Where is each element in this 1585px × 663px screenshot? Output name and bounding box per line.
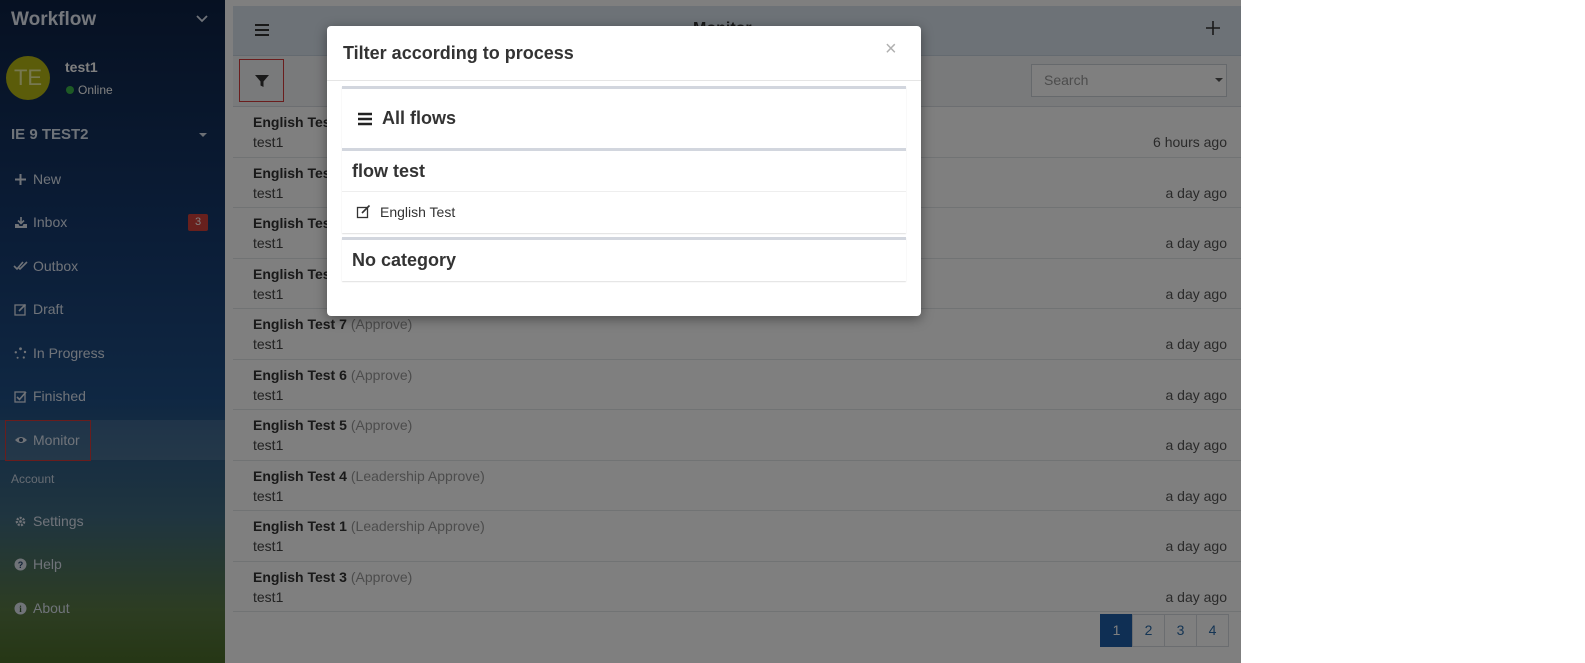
close-icon[interactable]: × (885, 39, 897, 59)
flow-item-label: English Test (380, 204, 456, 220)
category-box-no-category: No category (342, 237, 906, 281)
category-box-flow-test: flow test English Test (342, 148, 906, 233)
all-flows-label: All flows (382, 108, 457, 128)
all-flows-box[interactable]: All flows (342, 86, 906, 148)
edit-icon (356, 204, 371, 219)
list-icon (358, 112, 372, 125)
app-window: Workflow TE test1 Online IE 9 TEST2 New … (0, 0, 1241, 663)
filter-modal: Tilter according to process × All flows … (327, 26, 921, 316)
category-name: No category (352, 250, 457, 270)
flow-item-english-test[interactable]: English Test (342, 191, 906, 232)
modal-title: Tilter according to process (343, 43, 574, 63)
category-name: flow test (352, 160, 426, 181)
modal-header: Tilter according to process × (327, 26, 921, 81)
